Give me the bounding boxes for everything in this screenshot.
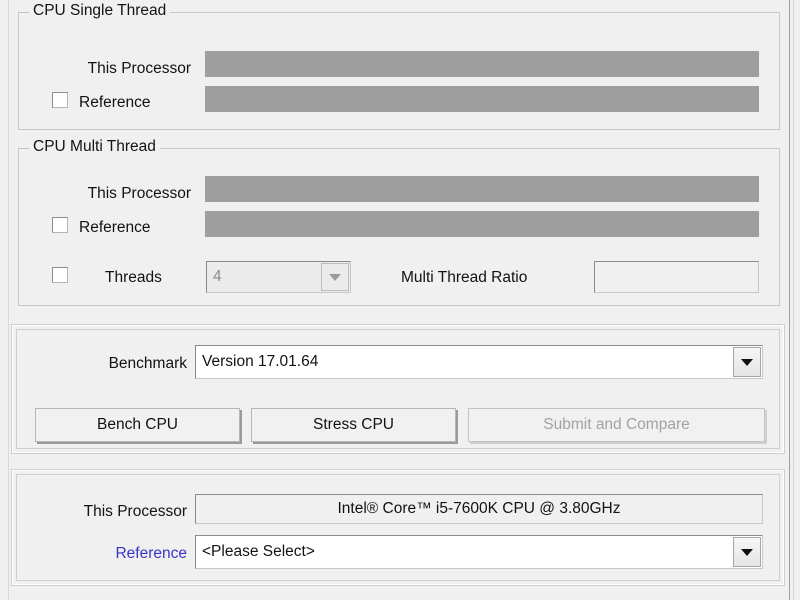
submit-and-compare-button-label: Submit and Compare [543,416,690,433]
bench-cpu-button-label: Bench CPU [97,416,178,433]
processor-reference-dropdown-button[interactable] [733,537,761,567]
group-cpu-single-thread-title: CPU Single Thread [29,2,171,20]
single-reference-checkbox[interactable] [52,92,68,108]
submit-and-compare-button: Submit and Compare [468,408,765,442]
threads-dropdown[interactable]: 4 [206,261,351,293]
multi-thread-ratio-field [594,261,759,293]
window-right-edge [789,0,790,600]
benchmark-version-value: Version 17.01.64 [202,353,319,370]
stress-cpu-button[interactable]: Stress CPU [251,408,456,442]
group-cpu-multi-thread-title: CPU Multi Thread [29,138,160,156]
group-cpu-single-thread: CPU Single Thread This Processor Referen… [18,2,780,130]
chevron-down-icon [741,548,753,556]
chevron-down-icon [741,358,753,366]
multi-threads-checkbox[interactable] [52,267,68,283]
multi-threads-label: Threads [105,269,162,286]
stress-cpu-button-label: Stress CPU [313,416,394,433]
processor-reference-value: <Please Select> [202,543,315,560]
panel-benchmark: Benchmark Version 17.01.64 Bench CPU Str… [11,324,785,454]
multi-reference-checkbox[interactable] [52,217,68,233]
multi-thread-ratio-label: Multi Thread Ratio [401,269,528,286]
window-left-edge [8,0,9,600]
processor-this-processor-field: Intel® Core™ i5-7600K CPU @ 3.80GHz [195,494,763,524]
bench-cpu-button[interactable]: Bench CPU [35,408,240,442]
window-right-inner-edge [793,0,794,600]
chevron-down-icon [329,273,341,281]
processor-reference-dropdown[interactable]: <Please Select> [195,535,763,569]
processor-this-processor-label: This Processor [83,503,187,520]
threads-dropdown-value: 4 [213,268,222,285]
single-this-processor-bar [205,51,759,77]
processor-this-processor-value: Intel® Core™ i5-7600K CPU @ 3.80GHz [337,500,621,517]
multi-this-processor-bar [205,176,759,202]
single-reference-label: Reference [79,94,151,111]
processor-reference-label[interactable]: Reference [27,546,187,562]
benchmark-version-dropdown-button[interactable] [733,347,761,377]
group-cpu-multi-thread: CPU Multi Thread This Processor Referenc… [18,138,780,306]
single-reference-bar [205,86,759,112]
single-this-processor-label: This Processor [87,60,191,77]
panel-processor: This Processor Intel® Core™ i5-7600K CPU… [11,469,785,586]
multi-reference-label: Reference [79,219,151,236]
benchmark-label: Benchmark [108,355,187,372]
benchmark-version-dropdown[interactable]: Version 17.01.64 [195,345,763,379]
threads-dropdown-button[interactable] [321,263,349,291]
multi-reference-bar [205,211,759,237]
multi-this-processor-label: This Processor [87,185,191,202]
